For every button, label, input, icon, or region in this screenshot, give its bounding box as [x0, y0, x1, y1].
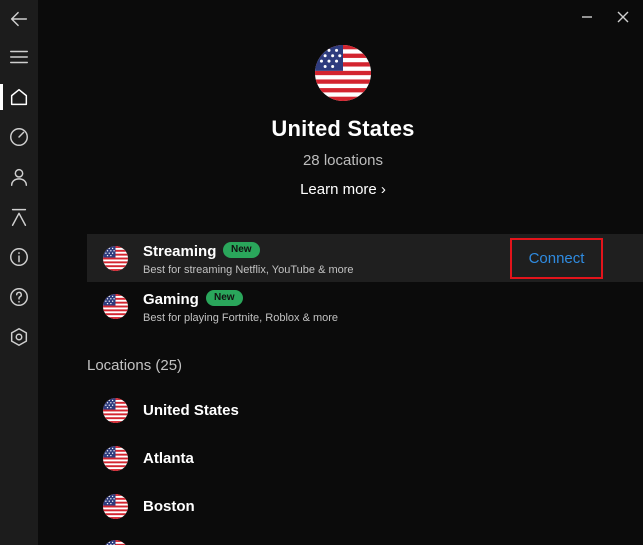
- us-flag-icon: [103, 540, 128, 545]
- back-button[interactable]: [0, 0, 38, 38]
- server-name: Streaming: [143, 243, 217, 260]
- locations-heading: Locations (25): [87, 357, 183, 374]
- minimize-icon: [582, 16, 592, 18]
- info-icon: [10, 248, 28, 266]
- us-flag-icon: [315, 45, 371, 101]
- sidebar-item-split-tunneling[interactable]: [0, 198, 38, 236]
- learn-more-link[interactable]: Learn more ›: [0, 181, 643, 198]
- sidebar-item-info[interactable]: [0, 238, 38, 276]
- help-icon: [10, 288, 28, 306]
- us-flag-icon: [103, 294, 128, 319]
- hamburger-menu-icon: [10, 50, 28, 64]
- server-name: Gaming: [143, 291, 199, 308]
- menu-button[interactable]: [0, 38, 38, 76]
- minimize-button[interactable]: [576, 6, 598, 28]
- sidebar: [0, 0, 38, 545]
- server-row-gaming[interactable]: Gaming New Best for playing Fortnite, Ro…: [87, 282, 643, 330]
- sidebar-item-home[interactable]: [0, 78, 38, 116]
- arrow-left-icon: [10, 11, 28, 27]
- close-icon: [617, 11, 629, 23]
- page-title: United States: [271, 116, 415, 141]
- sidebar-item-help[interactable]: [0, 278, 38, 316]
- close-button[interactable]: [612, 6, 634, 28]
- settings-hexagon-icon: [10, 328, 28, 346]
- us-flag-icon: [103, 398, 128, 423]
- sidebar-item-settings[interactable]: [0, 318, 38, 356]
- server-description: Best for playing Fortnite, Roblox & more: [143, 312, 339, 324]
- us-flag-icon: [103, 246, 128, 271]
- locations-count: 28 locations: [302, 152, 384, 169]
- home-icon: [10, 88, 28, 106]
- location-item-boston[interactable]: Boston: [143, 498, 195, 515]
- us-flag-icon: [103, 494, 128, 519]
- us-flag-icon: [103, 446, 128, 471]
- location-item-atlanta[interactable]: Atlanta: [143, 450, 194, 467]
- lambda-icon: [11, 208, 27, 226]
- server-description: Best for streaming Netflix, YouTube & mo…: [143, 264, 354, 276]
- new-badge: New: [223, 242, 260, 258]
- connect-button[interactable]: Connect: [510, 238, 603, 279]
- new-badge: New: [206, 290, 243, 306]
- location-item-united-states[interactable]: United States: [143, 402, 239, 419]
